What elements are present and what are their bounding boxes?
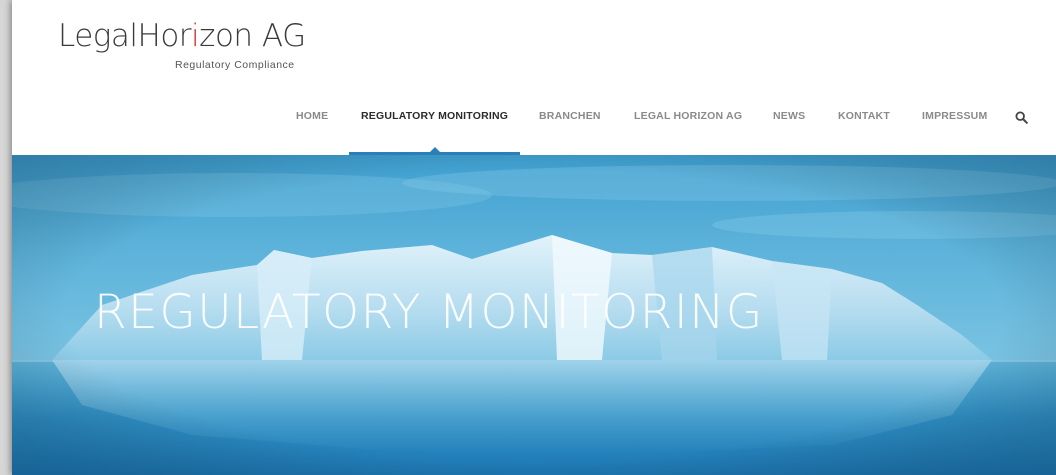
site-header: LegalHorizon AG Regulatory Compliance HO… <box>12 0 1056 155</box>
search-icon[interactable] <box>1015 111 1028 124</box>
site-logo[interactable]: LegalHorizon AG Regulatory Compliance <box>58 18 318 71</box>
logo-name-accent: i <box>191 18 200 54</box>
logo-name-part1: LegalHor <box>58 18 192 54</box>
web-page: LegalHorizon AG Regulatory Compliance HO… <box>12 0 1056 475</box>
logo-tagline: Regulatory Compliance <box>175 59 295 71</box>
nav-item-branchen[interactable]: BRANCHEN <box>539 110 601 122</box>
logo-name-part3: zon AG <box>199 18 306 54</box>
nav-item-home[interactable]: HOME <box>296 110 328 122</box>
logo-wordmark: LegalHorizon AG <box>58 18 318 54</box>
hero-banner: REGULATORY MONITORING <box>12 155 1056 475</box>
nav-item-regulatory-monitoring[interactable]: REGULATORY MONITORING <box>361 110 508 122</box>
nav-item-legal-horizon-ag[interactable]: LEGAL HORIZON AG <box>634 110 742 122</box>
nav-item-news[interactable]: NEWS <box>773 110 805 122</box>
hero-title: REGULATORY MONITORING <box>94 285 764 340</box>
nav-item-impressum[interactable]: IMPRESSUM <box>922 110 987 122</box>
window-frame: LegalHorizon AG Regulatory Compliance HO… <box>0 0 1056 475</box>
nav-item-kontakt[interactable]: KONTAKT <box>838 110 890 122</box>
main-navigation: HOME REGULATORY MONITORING BRANCHEN LEGA… <box>12 110 1056 130</box>
